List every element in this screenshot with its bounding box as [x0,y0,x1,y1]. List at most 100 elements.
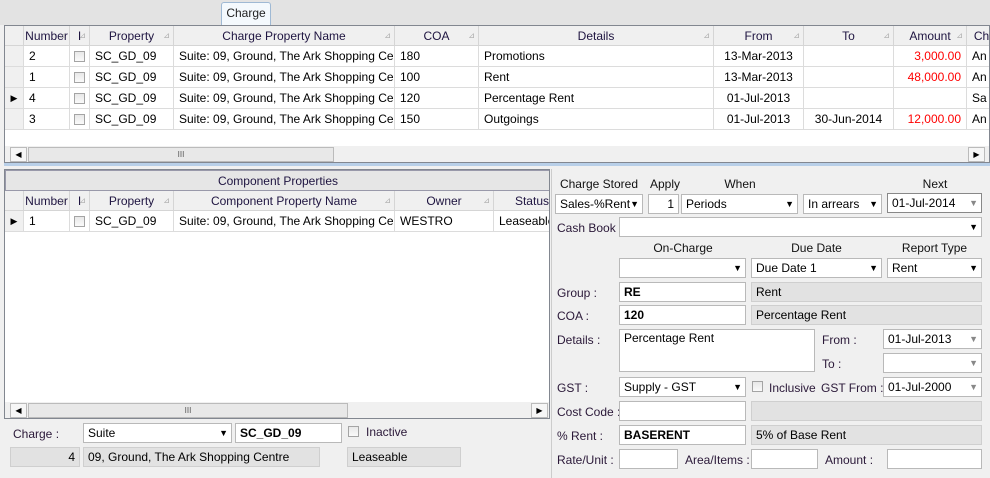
pin-icon[interactable]: ⊿ [79,191,86,210]
row-checkbox[interactable] [74,51,85,62]
gst-from-value: 01-Jul-2000 [888,380,952,394]
cell-i[interactable] [70,46,90,67]
scroll-right-icon[interactable]: ▶ [531,403,548,418]
column-header-details[interactable]: Details ⊿ [479,26,714,46]
group-code-input[interactable]: RE [619,282,746,302]
pin-icon[interactable]: ⊿ [384,26,391,45]
cost-code-input[interactable] [619,401,746,421]
amount-input[interactable] [887,449,982,469]
cell-i[interactable] [70,211,90,232]
column-header-from[interactable]: From ⊿ [714,26,804,46]
column-header-number[interactable]: Number ⊿ [24,26,70,46]
pin-icon[interactable]: ⊿ [883,26,890,45]
current-row-indicator-icon[interactable]: ▶ [5,211,24,232]
to-date-picker[interactable]: ▼ [883,353,982,373]
charge-stored-select[interactable]: Sales-%Rent ▼ [555,194,643,214]
row-selector[interactable] [5,67,24,88]
current-row-indicator-icon[interactable]: ▶ [5,88,24,109]
property-code-input[interactable]: SC_GD_09 [235,423,342,443]
details-label: Details : [557,333,601,347]
when-select[interactable]: Periods ▼ [681,194,798,214]
pin-icon[interactable]: ⊿ [384,191,391,210]
column-header-amount[interactable]: Amount ⊿ [894,26,967,46]
pin-icon[interactable]: ⊿ [483,191,490,210]
column-header-coa[interactable]: COA ⊿ [395,26,479,46]
component-grid-hscrollbar[interactable]: ◀ III ▶ [5,402,549,418]
cell-coa: 150 [395,109,479,130]
on-charge-select[interactable]: ▼ [619,258,746,278]
next-header: Next [922,177,948,191]
pin-icon[interactable]: ⊿ [163,191,170,210]
column-header-status[interactable]: Status [494,191,549,211]
scroll-left-icon[interactable]: ◀ [10,403,27,418]
inactive-label: Inactive [366,425,408,439]
cell-amount [894,88,967,109]
tab-charge[interactable]: Charge [221,2,271,25]
report-type-select[interactable]: Rent ▼ [887,258,982,278]
cost-code-name-field [751,401,982,421]
rate-unit-input[interactable] [619,449,678,469]
cell-i[interactable] [70,67,90,88]
scroll-right-icon[interactable]: ▶ [968,147,985,162]
charges-grid-hscrollbar[interactable]: ◀ III ▶ [5,146,989,162]
timing-select[interactable]: In arrears ▼ [803,194,882,214]
cell-i[interactable] [70,88,90,109]
component-properties-grid[interactable]: Component Properties ◀ III ▶ Number ⊿ I ⊿ Pr… [4,169,550,419]
column-header-property[interactable]: Property ⊿ [90,191,174,211]
row-checkbox[interactable] [74,93,85,104]
pin-icon[interactable]: ⊿ [59,191,66,210]
pin-icon[interactable]: ⊿ [59,26,66,45]
scroll-thumb[interactable]: III [28,403,348,418]
row-selector[interactable] [5,46,24,67]
column-header-i[interactable]: I ⊿ [70,26,90,46]
dropdown-arrow-icon: ▼ [969,382,978,392]
gst-select[interactable]: Supply - GST ▼ [619,377,746,397]
pct-rent-code-input[interactable]: BASERENT [619,425,746,445]
gst-from-date-picker[interactable]: 01-Jul-2000 ▼ [883,377,982,397]
column-header-name[interactable]: Component Property Name ⊿ [174,191,395,211]
pin-icon[interactable]: ⊿ [793,26,800,45]
column-header-ch[interactable]: Ch [967,26,989,46]
component-properties-title: Component Properties [5,170,549,191]
charges-grid[interactable]: ◀ III ▶ Number ⊿ I ⊿ Property ⊿ Charge Propert… [4,25,990,163]
apply-input[interactable]: 1 [648,194,679,214]
row-selector[interactable] [5,109,24,130]
to-label: To : [822,357,842,371]
column-header-number[interactable]: Number ⊿ [24,191,70,211]
row-checkbox[interactable] [74,72,85,83]
next-date-picker[interactable]: 01-Jul-2014 ▼ [887,193,982,213]
pin-icon[interactable]: ⊿ [956,26,963,45]
column-header-i[interactable]: I ⊿ [70,191,90,211]
charge-type-select[interactable]: Suite ▼ [83,423,232,443]
row-header-corner [5,191,24,211]
inactive-checkbox[interactable] [348,426,359,437]
inclusive-checkbox[interactable] [752,381,763,392]
pin-icon[interactable]: ⊿ [163,26,170,45]
charge-type-value: Suite [88,426,116,440]
column-header-property[interactable]: Property ⊿ [90,26,174,46]
coa-code-input[interactable]: 120 [619,305,746,325]
scroll-left-icon[interactable]: ◀ [10,147,27,162]
when-header: When [724,177,756,191]
charge-stored-header: Charge Stored [559,177,639,191]
column-header-to[interactable]: To ⊿ [804,26,894,46]
column-header-name[interactable]: Charge Property Name ⊿ [174,26,395,46]
column-header-label: COA [423,29,450,43]
pin-icon[interactable]: ⊿ [468,26,475,45]
cell-i[interactable] [70,109,90,130]
pin-icon[interactable]: ⊿ [703,26,710,45]
from-date-picker[interactable]: 01-Jul-2013 ▼ [883,329,982,349]
details-textarea[interactable]: Percentage Rent [619,329,815,372]
column-header-owner[interactable]: Owner ⊿ [395,191,494,211]
row-checkbox[interactable] [74,216,85,227]
area-items-label: Area/Items : [685,453,750,467]
row-checkbox[interactable] [74,114,85,125]
cash-book-select[interactable]: ▼ [619,217,982,237]
splitter[interactable] [4,163,990,166]
scroll-thumb[interactable]: III [28,147,334,162]
gst-label: GST : [557,381,589,395]
pin-icon[interactable]: ⊿ [79,26,86,45]
pct-rent-label: % Rent : [557,429,604,443]
due-date-select[interactable]: Due Date 1 ▼ [751,258,882,278]
area-items-input[interactable] [751,449,818,469]
